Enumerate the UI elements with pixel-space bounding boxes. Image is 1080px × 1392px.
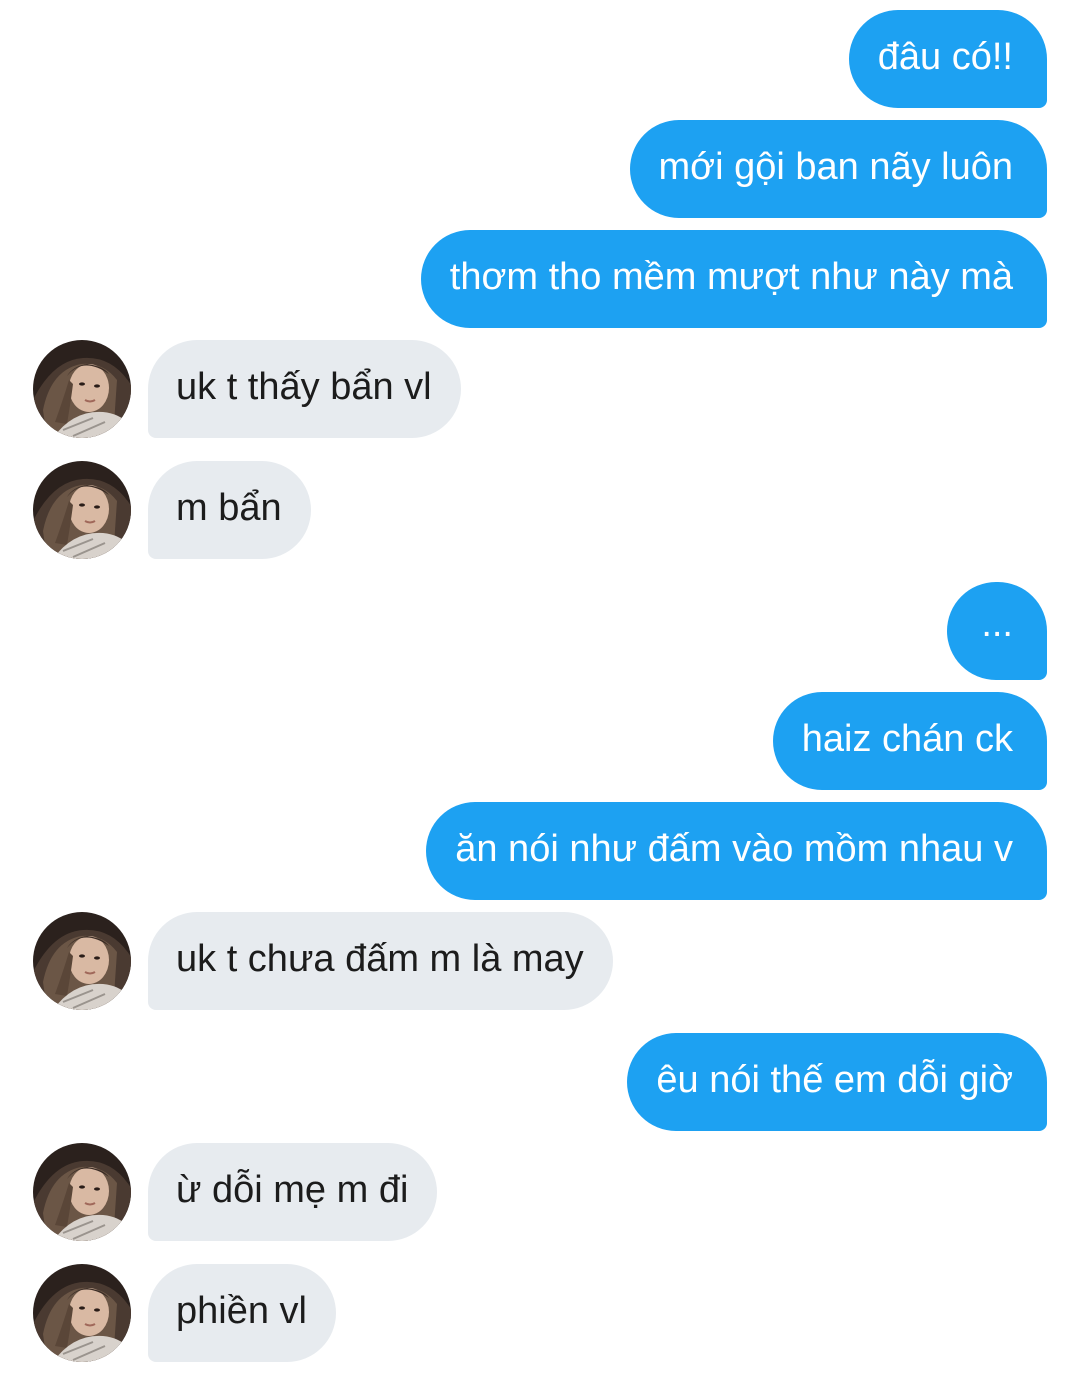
message-text: uk t chưa đấm m là may [176, 938, 584, 980]
chat-thread[interactable]: đâu có!! mới gội ban nãy luôn thơm tho m… [0, 0, 1080, 1392]
profile-photo-icon [33, 912, 131, 1010]
message-text: êu nói thế em dỗi giờ [656, 1059, 1013, 1101]
sent-message-bubble[interactable]: ăn nói như đấm vào mồm nhau v [426, 802, 1047, 900]
message-text: phiền vl [176, 1290, 307, 1332]
profile-photo-icon [33, 340, 131, 438]
sent-message-bubble[interactable]: thơm tho mềm mượt như này mà [420, 230, 1047, 328]
message-text: uk t thấy bẩn vl [176, 366, 432, 408]
received-message-bubble[interactable]: ừ dỗi mẹ m đi [148, 1143, 438, 1241]
sent-message-bubble[interactable]: mới gội ban nãy luôn [629, 120, 1047, 218]
profile-photo-icon [33, 1264, 131, 1362]
profile-photo-icon [33, 461, 131, 559]
message-text: ăn nói như đấm vào mồm nhau v [455, 828, 1013, 870]
sent-message-bubble[interactable]: haiz chán ck [772, 692, 1047, 790]
sent-message-bubble[interactable]: ... [947, 582, 1047, 680]
contact-avatar[interactable] [33, 1264, 131, 1362]
profile-photo-icon [33, 1143, 131, 1241]
message-text: ... [981, 603, 1013, 645]
message-text: haiz chán ck [801, 718, 1013, 760]
contact-avatar[interactable] [33, 340, 131, 438]
received-message-bubble[interactable]: uk t thấy bẩn vl [148, 340, 461, 438]
sent-message-bubble[interactable]: đâu có!! [848, 10, 1047, 108]
message-text: mới gội ban nãy luôn [658, 146, 1013, 188]
message-text: m bẩn [176, 487, 282, 529]
received-message-bubble[interactable]: phiền vl [148, 1264, 336, 1362]
message-text: đâu có!! [877, 36, 1013, 78]
contact-avatar[interactable] [33, 461, 131, 559]
sent-message-bubble[interactable]: êu nói thế em dỗi giờ [627, 1033, 1047, 1131]
received-message-bubble[interactable]: m bẩn [148, 461, 311, 559]
received-message-bubble[interactable]: uk t chưa đấm m là may [148, 912, 613, 1010]
contact-avatar[interactable] [33, 912, 131, 1010]
message-text: ừ dỗi mẹ m đi [176, 1169, 409, 1211]
contact-avatar[interactable] [33, 1143, 131, 1241]
message-text: thơm tho mềm mượt như này mà [449, 256, 1013, 298]
